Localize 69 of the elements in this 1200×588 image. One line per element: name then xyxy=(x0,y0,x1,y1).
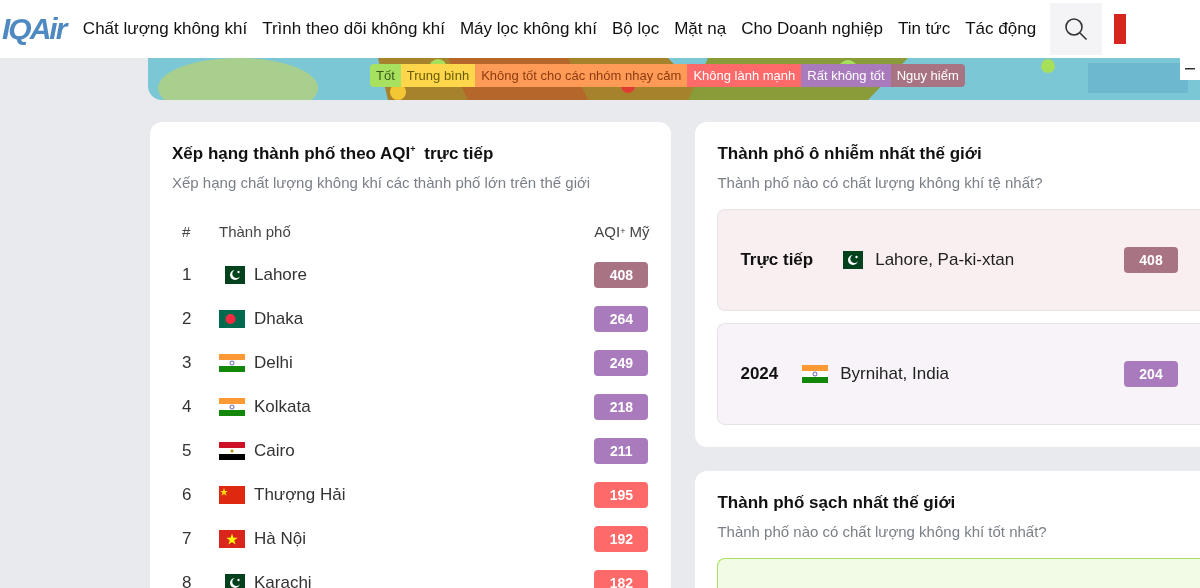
city-name: Kolkata xyxy=(254,396,312,418)
nav-link[interactable]: Tin tức xyxy=(890,19,958,39)
legend-item: Không tốt cho các nhóm nhạy cảm xyxy=(475,64,688,87)
aqi-badge: 408 xyxy=(594,262,649,288)
city-name: Dhaka xyxy=(254,308,305,330)
rank-number: 5 xyxy=(181,440,193,462)
flag-icon xyxy=(225,266,245,284)
flag-icon xyxy=(219,442,245,460)
city-name: Lahore xyxy=(254,264,308,286)
rank-number: 2 xyxy=(181,308,193,330)
aqi-badge: 264 xyxy=(594,306,649,332)
city-name: Hà Nội xyxy=(254,528,307,550)
nav-link[interactable]: Máy lọc không khí xyxy=(452,19,605,39)
rank-number: 1 xyxy=(181,264,193,286)
aqi-badge: 195 xyxy=(594,482,649,508)
flag-icon xyxy=(219,486,245,504)
flag-icon xyxy=(219,530,245,548)
aqi-badge: 182 xyxy=(594,570,649,588)
column-header: # xyxy=(181,221,192,242)
flag-icon xyxy=(219,398,245,416)
rank-number: 7 xyxy=(181,528,193,550)
card-subtitle: Thành phố nào có chất lượng không khí tệ nhất? xyxy=(717,174,1044,191)
legend-item: Không lành mạnh xyxy=(687,64,802,87)
card-title: Xếp hạng thành phố theo AQI$^{+}$ trực tiếp xyxy=(172,144,495,164)
card-subtitle: Xếp hạng chất lượng không khí các thành phố lớn trên thế giới xyxy=(172,174,592,191)
flag-icon xyxy=(219,310,245,328)
city-name: Karachi xyxy=(254,572,313,588)
city-name: Thượng Hải xyxy=(254,484,347,506)
city-name: Cairo xyxy=(254,440,296,462)
flag-icon xyxy=(802,365,829,383)
aqi-badge: 204 xyxy=(1124,361,1178,387)
search-button[interactable] xyxy=(1049,3,1102,55)
city-name: Delhi xyxy=(254,352,294,374)
column-header: AQI$^{+}$ Mỹ xyxy=(594,221,650,242)
card-subtitle: Thành phố nào có chất lượng không khí tốt nhất? xyxy=(717,523,1048,540)
aqi-badge: 192 xyxy=(594,526,649,552)
rank-number: 4 xyxy=(181,396,193,418)
period-label: 2024 xyxy=(740,364,779,384)
period-label: Trực tiếp xyxy=(740,250,814,270)
city-name: Byrnihat, India xyxy=(840,364,950,384)
nav-link[interactable]: Cho Doanh nghiệp xyxy=(733,19,891,39)
rank-number: 6 xyxy=(181,484,193,506)
aqi-badge: 249 xyxy=(594,350,649,376)
nav-link[interactable]: Chất lượng không khí xyxy=(75,19,255,39)
nav-link[interactable]: Bộ lọc xyxy=(604,19,667,39)
legend-item: Rất không tốt xyxy=(801,64,891,87)
logo[interactable]: IQAir xyxy=(2,12,70,46)
legend-item: Trung bình xyxy=(400,64,476,87)
zoom-out-button[interactable] xyxy=(1180,58,1200,80)
aqi-badge: 408 xyxy=(1124,247,1178,273)
city-name: Lahore, Pa-ki-xtan xyxy=(875,250,1016,270)
aqi-badge: 218 xyxy=(594,394,649,420)
aqi-badge: 211 xyxy=(594,438,649,464)
city-card[interactable]: 2024 Byrnihat, India 204 xyxy=(717,323,1200,425)
rank-number: 8 xyxy=(181,572,193,588)
card-title: Thành phố ô nhiễm nhất thế giới xyxy=(717,144,983,164)
nav-link[interactable]: Trình theo dõi không khí xyxy=(254,19,453,39)
legend-item: Tốt xyxy=(370,64,401,87)
card-title: Thành phố sạch nhất thế giới xyxy=(717,493,957,513)
flag-icon xyxy=(219,354,245,372)
nav-link[interactable]: Tác động xyxy=(957,19,1044,39)
rank-number: 3 xyxy=(181,352,193,374)
minus-icon xyxy=(1185,68,1195,70)
search-icon xyxy=(1063,17,1088,41)
flag-icon xyxy=(843,251,864,269)
nav-link[interactable]: Mặt nạ xyxy=(666,19,734,39)
column-header: Thành phố xyxy=(219,221,292,242)
city-card[interactable]: Trực tiếp Lahore, Pa-ki-xtan 408 xyxy=(717,209,1200,311)
legend-item: Nguy hiểm xyxy=(890,64,965,87)
